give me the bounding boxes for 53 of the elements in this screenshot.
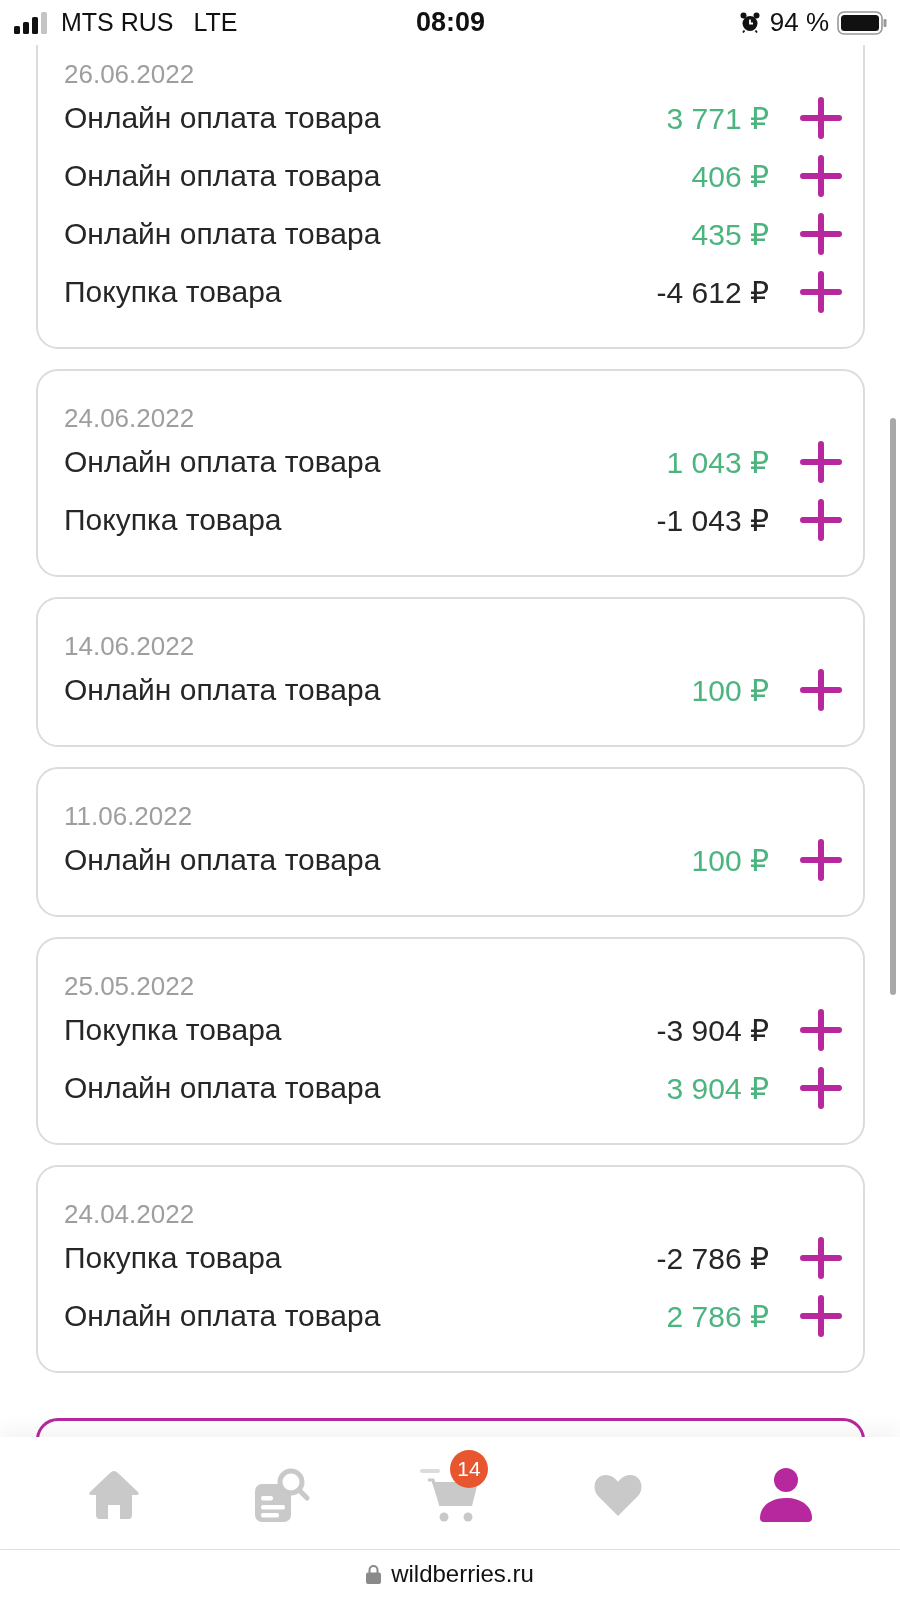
transaction-amount: 3 771 ₽	[666, 100, 769, 136]
transaction-label: Покупка товара	[64, 275, 282, 309]
transaction-amount: -2 786 ₽	[656, 1240, 769, 1276]
transaction-date: 24.04.2022	[64, 1199, 195, 1229]
plus-icon[interactable]	[800, 1295, 842, 1337]
signal-icon	[14, 11, 48, 34]
plus-icon[interactable]	[800, 1067, 842, 1109]
transaction-amount: -3 904 ₽	[656, 1012, 769, 1048]
transaction-amount: 435 ₽	[691, 216, 769, 252]
transaction-label: Онлайн оплата товара	[64, 101, 381, 135]
lock-icon	[366, 1564, 382, 1584]
plus-icon[interactable]	[800, 271, 842, 313]
plus-icon[interactable]	[800, 839, 842, 881]
network-type: LTE	[193, 8, 238, 37]
battery-percentage: 94 %	[769, 7, 829, 38]
clock-time: 08:09	[415, 7, 486, 38]
count-badge: 14	[450, 1450, 488, 1488]
plus-icon[interactable]	[800, 1237, 842, 1279]
transaction-amount: -4 612 ₽	[656, 274, 769, 310]
transaction-label: Покупка товара	[64, 1013, 282, 1047]
transaction-date: 26.06.2022	[64, 59, 195, 89]
transaction-amount: 100 ₽	[691, 672, 769, 708]
plus-icon[interactable]	[800, 1009, 842, 1051]
url-text[interactable]: wildberries.ru	[391, 1560, 534, 1588]
plus-icon[interactable]	[800, 155, 842, 197]
transaction-label: Онлайн оплата товара	[64, 217, 381, 251]
plus-icon[interactable]	[800, 669, 842, 711]
transaction-label: Онлайн оплата товара	[64, 1071, 381, 1105]
carrier-name: MTS RUS	[61, 8, 174, 37]
person-icon[interactable]	[758, 1467, 814, 1523]
transaction-date: 24.06.2022	[64, 403, 195, 433]
transaction-amount: 3 904 ₽	[666, 1070, 769, 1106]
transaction-label: Покупка товара	[64, 1241, 282, 1275]
plus-icon[interactable]	[800, 213, 842, 255]
transaction-label: Онлайн оплата товара	[64, 445, 381, 479]
transaction-label: Онлайн оплата товара	[64, 159, 381, 193]
plus-icon[interactable]	[800, 97, 842, 139]
alarm-clock-icon	[739, 12, 760, 33]
battery-icon	[837, 10, 887, 35]
transaction-label: Онлайн оплата товара	[64, 673, 381, 707]
transaction-label: Покупка товара	[64, 503, 282, 537]
transaction-amount: 2 786 ₽	[666, 1298, 769, 1334]
transaction-amount: -1 043 ₽	[656, 502, 769, 538]
transaction-label: Онлайн оплата товара	[64, 1299, 381, 1333]
transaction-amount: 406 ₽	[691, 158, 769, 194]
transaction-amount: 100 ₽	[691, 842, 769, 878]
transaction-label: Онлайн оплата товара	[64, 843, 381, 877]
plus-icon[interactable]	[800, 499, 842, 541]
transaction-date: 14.06.2022	[64, 631, 195, 661]
transaction-date: 25.05.2022	[64, 971, 195, 1001]
transaction-date: 11.06.2022	[64, 801, 193, 831]
plus-icon[interactable]	[800, 441, 842, 483]
transaction-amount: 1 043 ₽	[666, 444, 769, 480]
